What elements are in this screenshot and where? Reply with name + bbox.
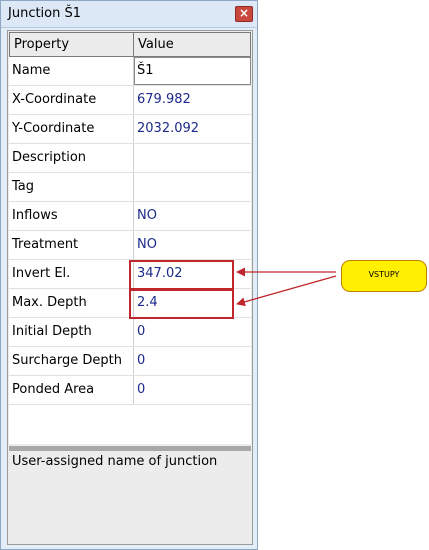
arrow-to-max-depth (236, 275, 337, 307)
callout-label: VSTUPY (368, 270, 400, 279)
vstupy-callout: VSTUPY (341, 260, 427, 292)
